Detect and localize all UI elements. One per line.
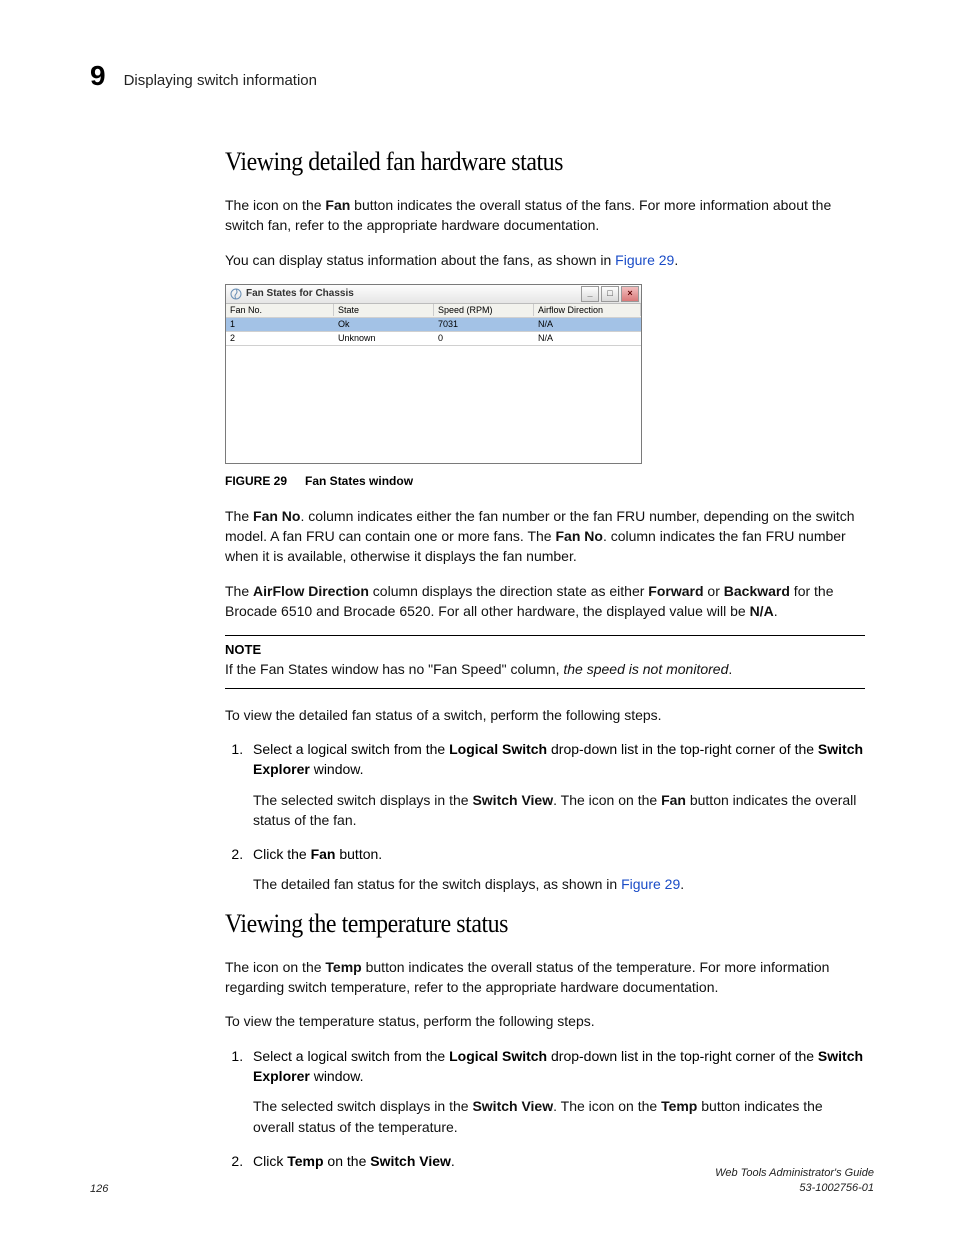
page-footer: 126 Web Tools Administrator's Guide 53-1… [90,1166,874,1195]
table-body: 1 Ok 7031 N/A 2 Unknown 0 N/A [226,318,641,463]
cell-state: Ok [334,319,434,329]
body-text: The Fan No. column indicates either the … [225,506,865,567]
col-header-airflow[interactable]: Airflow Direction [534,304,641,316]
col-header-fan-no[interactable]: Fan No. [226,304,334,316]
figure-caption: FIGURE 29Fan States window [225,474,865,488]
body-text: You can display status information about… [225,250,865,270]
window-title: Fan States for Chassis [246,288,581,299]
col-header-speed[interactable]: Speed (RPM) [434,304,534,316]
doc-info: Web Tools Administrator's Guide 53-10027… [715,1166,874,1195]
minimize-button[interactable]: _ [581,286,599,302]
window-app-icon [230,288,242,300]
chapter-number: 9 [90,60,106,92]
body-text: To view the temperature status, perform … [225,1011,865,1031]
cell-speed: 0 [434,333,534,343]
section-heading-temp: Viewing the temperature status [225,909,814,939]
maximize-button[interactable]: □ [601,286,619,302]
body-text: The icon on the Temp button indicates th… [225,957,865,998]
note-label: NOTE [225,642,865,657]
window-titlebar: Fan States for Chassis _ □ × [226,285,641,304]
cell-speed: 7031 [434,319,534,329]
col-header-state[interactable]: State [334,304,434,316]
note-box: NOTE If the Fan States window has no "Fa… [225,635,865,688]
page-number: 126 [90,1183,108,1195]
cell-fan-no: 1 [226,319,334,329]
step-item: Select a logical switch from the Logical… [247,739,865,830]
figure-29-link[interactable]: Figure 29 [621,876,680,892]
step-item: Select a logical switch from the Logical… [247,1046,865,1137]
chapter-title: Displaying switch information [124,72,317,89]
table-row[interactable]: 2 Unknown 0 N/A [226,332,641,346]
section-heading-fan: Viewing detailed fan hardware status [225,147,814,177]
body-text: The icon on the Fan button indicates the… [225,195,865,236]
table-header-row: Fan No. State Speed (RPM) Airflow Direct… [226,304,641,318]
fan-states-window: Fan States for Chassis _ □ × Fan No. Sta… [225,284,642,464]
table-row[interactable]: 1 Ok 7031 N/A [226,318,641,332]
steps-list-temp: Select a logical switch from the Logical… [225,1046,865,1171]
cell-fan-no: 2 [226,333,334,343]
cell-airflow: N/A [534,333,641,343]
body-text: The AirFlow Direction column displays th… [225,581,865,622]
steps-intro: To view the detailed fan status of a swi… [225,705,865,725]
step-item: Click the Fan button. The detailed fan s… [247,844,865,895]
figure-29-link[interactable]: Figure 29 [615,252,674,268]
cell-state: Unknown [334,333,434,343]
page-header: 9 Displaying switch information [90,60,874,92]
close-button[interactable]: × [621,286,639,302]
steps-list-fan: Select a logical switch from the Logical… [225,739,865,895]
cell-airflow: N/A [534,319,641,329]
